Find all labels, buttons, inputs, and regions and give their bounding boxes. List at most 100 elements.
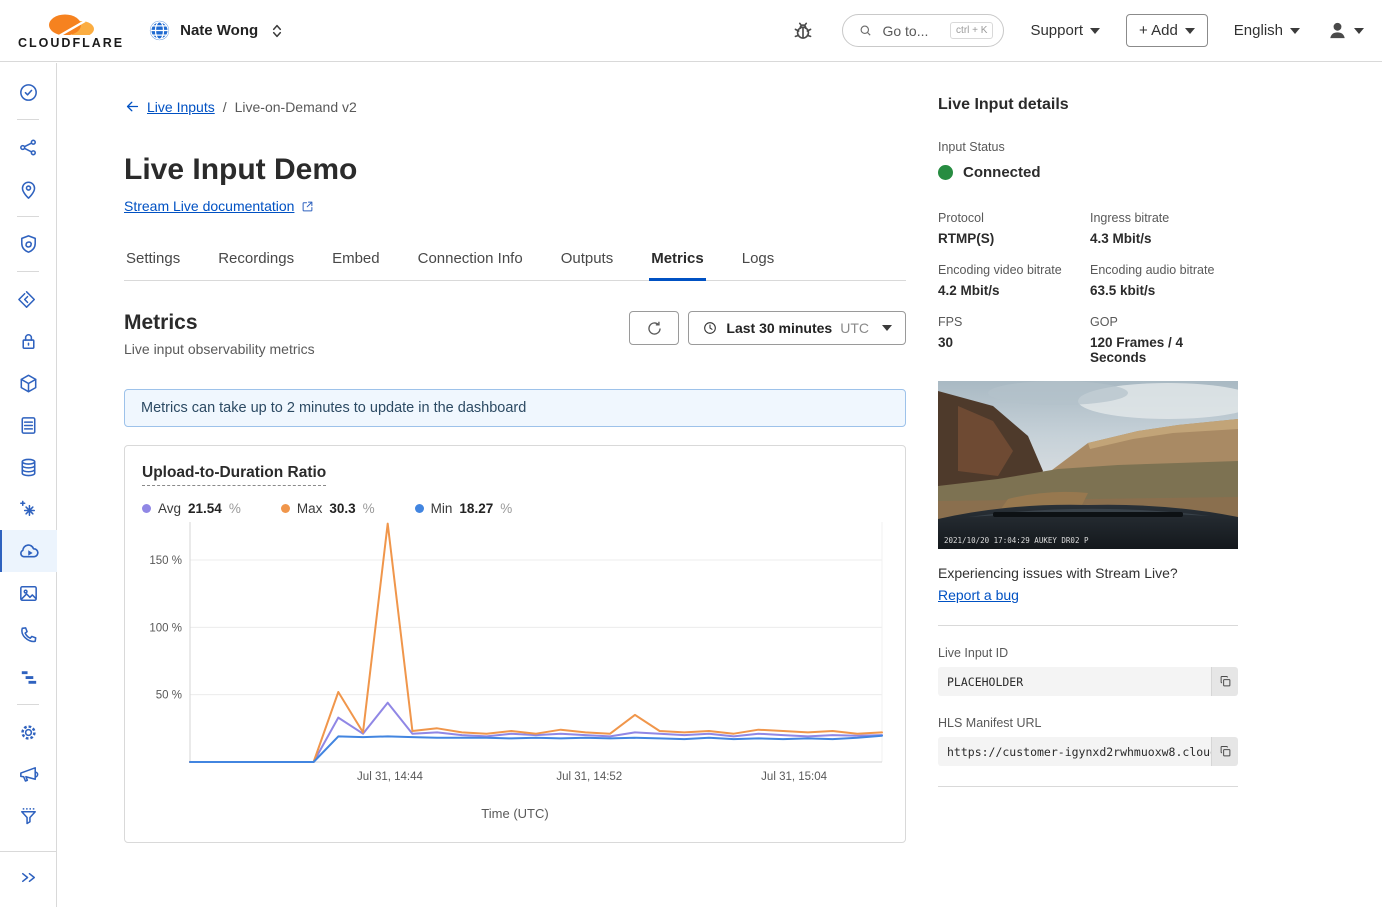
search-placeholder: Go to...: [882, 23, 928, 39]
thumbnail-timestamp: 2021/10/20 17:04:29 AUKEY DR02 P: [944, 536, 1089, 545]
report-bug-link[interactable]: Report a bug: [938, 587, 1019, 603]
sidebar: [0, 63, 57, 907]
info-banner: Metrics can take up to 2 minutes to upda…: [124, 389, 906, 427]
copy-hls-manifest-button[interactable]: [1211, 737, 1238, 766]
copy-live-input-id-button[interactable]: [1211, 667, 1238, 696]
legend-dot: [281, 504, 290, 513]
funnel-icon: [17, 805, 40, 828]
tab-logs[interactable]: Logs: [740, 242, 777, 281]
megaphone-icon: [17, 763, 40, 786]
line-chart: 50 %100 %150 %Jul 31, 14:44Jul 31, 14:52…: [142, 516, 888, 804]
legend-item-avg[interactable]: Avg21.54%: [142, 501, 241, 516]
sidebar-item-database[interactable]: [0, 446, 57, 488]
hls-manifest-label: HLS Manifest URL: [938, 716, 1238, 730]
tab-embed[interactable]: Embed: [330, 242, 382, 281]
stream-icon: [17, 539, 42, 564]
lock-icon: [17, 330, 40, 353]
clock-check-icon: [17, 81, 40, 104]
sidebar-item-shield-sync[interactable]: [0, 223, 57, 265]
sidebar-item-settings[interactable]: [0, 711, 57, 753]
protocol-value: RTMP(S): [938, 231, 1090, 246]
documentation-link[interactable]: Stream Live documentation: [124, 198, 315, 214]
chevron-down-icon: [882, 325, 892, 331]
sidebar-item-network-share[interactable]: [0, 126, 57, 168]
refresh-icon: [645, 319, 664, 338]
tab-recordings[interactable]: Recordings: [216, 242, 296, 281]
metrics-subheading: Live input observability metrics: [124, 341, 315, 357]
divider: [17, 119, 39, 120]
live-input-id-value: PLACEHOLDER: [938, 667, 1211, 696]
chart-card: Upload-to-Duration Ratio Avg21.54% Max30.…: [124, 445, 906, 843]
tab-connection-info[interactable]: Connection Info: [416, 242, 525, 281]
top-header: CLOUDFLARE Nate Wong Go to... ctrl + K S…: [0, 0, 1382, 62]
back-link[interactable]: Live Inputs: [124, 98, 215, 115]
support-menu[interactable]: Support: [1030, 22, 1100, 39]
account-switcher[interactable]: Nate Wong: [148, 19, 287, 42]
metrics-heading: Metrics: [124, 311, 315, 335]
x-axis-label: Time (UTC): [142, 806, 888, 821]
sidebar-item-pipelines[interactable]: [0, 656, 57, 698]
add-button[interactable]: + Add: [1126, 14, 1208, 47]
user-menu[interactable]: [1326, 19, 1364, 42]
fps-value: 30: [938, 335, 1090, 350]
hls-manifest-box: https://customer-igynxd2rwhmuoxw8.cloudf: [938, 737, 1238, 766]
tab-settings[interactable]: Settings: [124, 242, 182, 281]
time-range-dropdown[interactable]: Last 30 minutes UTC: [688, 311, 906, 345]
breadcrumb-current: Live-on-Demand v2: [235, 99, 357, 115]
sidebar-item-location-pin[interactable]: [0, 168, 57, 210]
sidebar-item-calls[interactable]: [0, 614, 57, 656]
sidebar-item-server[interactable]: [0, 404, 57, 446]
chevron-down-icon: [1354, 28, 1364, 34]
ai-sparkle-icon: [17, 498, 40, 521]
svg-text:Jul 31, 14:52: Jul 31, 14:52: [556, 771, 622, 783]
sidebar-item-lock[interactable]: [0, 320, 57, 362]
sidebar-item-filter[interactable]: [0, 795, 57, 837]
divider: [17, 216, 39, 217]
chart-legend: Avg21.54% Max30.3% Min18.27%: [142, 501, 888, 516]
cloudflare-logo[interactable]: CLOUDFLARE: [18, 12, 124, 50]
sidebar-item-clock-check[interactable]: [0, 71, 57, 113]
sidebar-item-images[interactable]: [0, 572, 57, 614]
breadcrumb-separator: /: [223, 99, 227, 115]
live-input-id-box: PLACEHOLDER: [938, 667, 1238, 696]
details-heading: Live Input details: [938, 96, 1238, 114]
sidebar-item-ai[interactable]: [0, 488, 57, 530]
shield-sync-icon: [17, 233, 40, 256]
global-search-input[interactable]: Go to... ctrl + K: [842, 14, 1004, 47]
main-content: Live Inputs / Live-on-Demand v2 Live Inp…: [124, 98, 906, 843]
sidebar-item-notifications[interactable]: [0, 753, 57, 795]
tab-metrics[interactable]: Metrics: [649, 242, 706, 281]
globe-icon: [148, 19, 171, 42]
report-bug-icon[interactable]: [790, 18, 816, 44]
divider: [17, 271, 39, 272]
ingress-bitrate-value: 4.3 Mbit/s: [1090, 231, 1238, 246]
video-bitrate-value: 4.2 Mbit/s: [938, 283, 1090, 298]
divider: [17, 704, 39, 705]
sidebar-item-stream[interactable]: [0, 530, 57, 572]
cube-icon: [17, 372, 40, 395]
divider: [938, 625, 1238, 626]
sidebar-item-layers-bolt[interactable]: [0, 278, 57, 320]
page-title: Live Input Demo: [124, 151, 906, 189]
detail-fields: ProtocolRTMP(S) Ingress bitrate4.3 Mbit/…: [938, 211, 1238, 365]
legend-item-max[interactable]: Max30.3%: [281, 501, 375, 516]
language-menu[interactable]: English: [1234, 22, 1300, 39]
arrow-left-icon: [124, 98, 141, 115]
status-connected-dot: [938, 165, 953, 180]
legend-item-min[interactable]: Min18.27%: [415, 501, 513, 516]
breadcrumb: Live Inputs / Live-on-Demand v2: [124, 98, 906, 115]
network-share-icon: [17, 136, 40, 159]
external-link-icon: [300, 199, 315, 214]
copy-icon: [1218, 674, 1233, 689]
tab-outputs[interactable]: Outputs: [559, 242, 616, 281]
chart-title: Upload-to-Duration Ratio: [142, 464, 326, 486]
sidebar-item-cube[interactable]: [0, 362, 57, 404]
sidebar-collapse[interactable]: [0, 851, 57, 907]
gop-value: 120 Frames / 4 Seconds: [1090, 335, 1238, 365]
refresh-button[interactable]: [629, 311, 679, 345]
account-name: Nate Wong: [180, 22, 258, 39]
chevrons-right-icon: [17, 866, 40, 889]
details-panel: Live Input details Input Status Connecte…: [938, 96, 1238, 807]
svg-text:150 %: 150 %: [149, 555, 182, 567]
search-icon: [857, 22, 874, 39]
